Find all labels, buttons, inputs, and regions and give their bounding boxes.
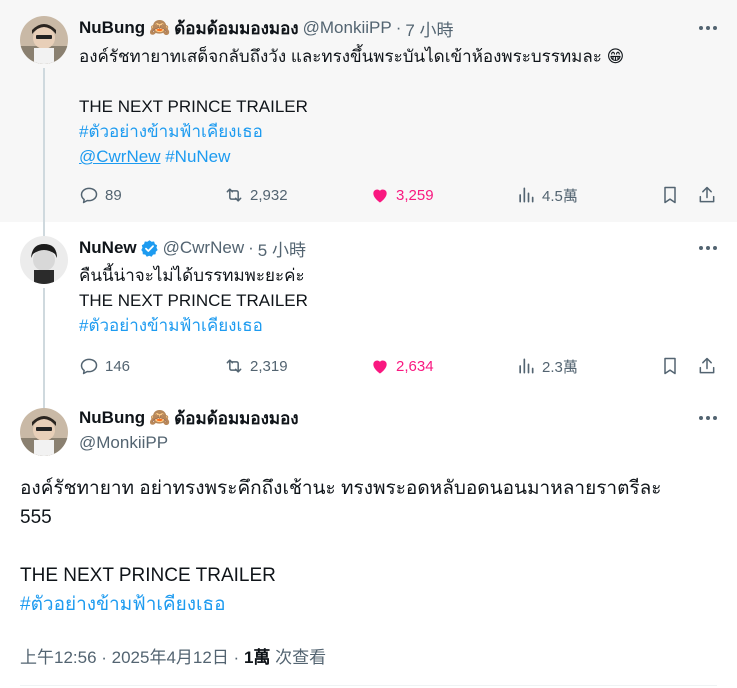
share-button[interactable] <box>697 184 717 206</box>
views-count: 4.5萬 <box>542 187 578 205</box>
like-count: 3,259 <box>396 186 434 204</box>
see-no-evil-monkey-icon: 🙈 <box>149 408 171 427</box>
retweet-button[interactable]: 2,319 <box>224 355 288 377</box>
like-count: 2,634 <box>396 357 434 375</box>
tweet-line: THE NEXT PRINCE TRAILER <box>20 565 276 586</box>
reply-button[interactable]: 146 <box>79 355 130 377</box>
hashtag-link[interactable]: #NuNew <box>165 147 230 166</box>
tweet-1[interactable]: NuBung 🙈 ด้อมด้อมมองมอง @MonkiiPP · 7 小時… <box>0 0 737 222</box>
tweet-body: คืนนี้น่าจะไม่ได้บรรทมพะยะค่ะ THE NEXT P… <box>79 263 308 338</box>
see-no-evil-monkey-icon: 🙈 <box>149 18 171 37</box>
bookmark-icon <box>664 186 676 204</box>
views-icon <box>519 187 534 203</box>
author-handle[interactable]: @MonkiiPP <box>79 433 168 453</box>
author-row: NuNew @CwrNew · 5 小時 <box>79 236 306 261</box>
reply-button[interactable]: 89 <box>79 184 122 206</box>
avatar-nubung[interactable] <box>20 408 68 456</box>
author-name[interactable]: NuNew <box>79 238 137 258</box>
like-button[interactable]: 2,634 <box>370 355 434 377</box>
post-meta: 上午12:56 · 2025年4月12日 · 1萬 次查看 <box>20 643 326 668</box>
separator-dot: · <box>248 238 254 257</box>
avatar-nubung[interactable] <box>20 16 68 64</box>
views-icon <box>519 358 534 374</box>
tweet-line: THE NEXT PRINCE TRAILER <box>79 291 308 310</box>
tweet-line <box>79 69 624 94</box>
bookmark-button[interactable] <box>660 355 680 377</box>
thread-line <box>43 398 45 408</box>
tweet-line: องค์รัชทายาท อย่าทรงพระคึกถึงเช้านะ ทรงพ… <box>20 478 662 499</box>
reply-count: 89 <box>105 186 122 204</box>
post-time[interactable]: 7 小時 <box>405 16 453 41</box>
verified-icon <box>140 239 158 257</box>
tweet-line: องค์รัชทายาทเสด็จกลับถึงวัง และทรงขึ้นพร… <box>79 47 625 66</box>
share-icon <box>699 357 715 374</box>
author-handle[interactable]: @MonkiiPP <box>303 18 392 38</box>
post-time[interactable]: 5 小時 <box>258 236 306 261</box>
heart-icon <box>373 189 387 203</box>
tweet-line: คืนนี้น่าจะไม่ได้บรรทมพะยะค่ะ <box>79 266 305 285</box>
tweet-body: องค์รัชทายาทเสด็จกลับถึงวัง และทรงขึ้นพร… <box>79 44 624 169</box>
share-icon <box>699 186 715 203</box>
like-button[interactable]: 3,259 <box>370 184 434 206</box>
views-count: 2.3萬 <box>542 358 578 376</box>
thread-line <box>43 68 45 222</box>
reply-icon <box>80 358 98 375</box>
divider <box>20 685 717 686</box>
retweet-count: 2,932 <box>250 186 288 204</box>
action-bar: 89 2,932 3,259 4.5萬 <box>79 184 719 206</box>
bookmark-icon <box>664 357 676 375</box>
more-icon[interactable] <box>697 237 719 259</box>
thread-line <box>43 288 45 398</box>
author-name-suffix[interactable]: ด้อมด้อมมองมอง <box>174 15 298 42</box>
reply-icon <box>80 187 98 204</box>
hashtag-link[interactable]: #ตัวอย่างข้ามฟ้าเคียงเธอ <box>79 122 263 141</box>
views-label: 次查看 <box>270 648 327 667</box>
avatar-nunew[interactable] <box>20 236 68 284</box>
views-count: 1萬 <box>243 648 271 667</box>
hashtag-link[interactable]: #ตัวอย่างข้ามฟ้าเคียงเธอ <box>79 316 263 335</box>
post-timestamp[interactable]: 上午12:56 · 2025年4月12日 · <box>20 648 244 667</box>
author-handle[interactable]: @CwrNew <box>163 238 244 258</box>
retweet-count: 2,319 <box>250 357 288 375</box>
more-icon[interactable] <box>697 17 719 39</box>
tweet-line: THE NEXT PRINCE TRAILER <box>79 97 308 116</box>
tweet-body: องค์รัชทายาท อย่าทรงพระคึกถึงเช้านะ ทรงพ… <box>20 474 661 619</box>
reply-count: 146 <box>105 357 131 375</box>
author-handle-row: @MonkiiPP <box>79 432 168 454</box>
author-row: NuBung 🙈 ด้อมด้อมมองมอง <box>79 407 299 429</box>
author-name[interactable]: NuBung <box>79 18 145 38</box>
views-button[interactable]: 2.3萬 <box>516 355 578 377</box>
tweet-2[interactable]: NuNew @CwrNew · 5 小時 คืนนี้น่าจะไม่ได้บร… <box>0 222 737 398</box>
tweet-3-focused: NuBung 🙈 ด้อมด้อมมองมอง @MonkiiPP องค์รั… <box>0 398 737 688</box>
separator-dot: · <box>395 18 402 37</box>
author-row: NuBung 🙈 ด้อมด้อมมองมอง @MonkiiPP · 7 小時 <box>79 15 454 42</box>
retweet-button[interactable]: 2,932 <box>224 184 288 206</box>
action-bar: 146 2,319 2,634 2.3萬 <box>79 355 719 377</box>
bookmark-button[interactable] <box>660 184 680 206</box>
author-name-suffix[interactable]: ด้อมด้อมมองมอง <box>174 405 298 432</box>
heart-icon <box>373 360 387 374</box>
share-button[interactable] <box>697 355 717 377</box>
retweet-icon <box>226 188 242 202</box>
hashtag-link[interactable]: #ตัวอย่างข้ามฟ้าเคียงเธอ <box>20 594 225 615</box>
retweet-icon <box>226 359 242 373</box>
mention-link[interactable]: @CwrNew <box>79 147 160 166</box>
more-icon[interactable] <box>697 407 719 429</box>
views-button[interactable]: 4.5萬 <box>516 184 578 206</box>
tweet-line: 555 <box>20 507 52 528</box>
thread-line <box>43 222 45 236</box>
author-name[interactable]: NuBung <box>79 408 145 428</box>
